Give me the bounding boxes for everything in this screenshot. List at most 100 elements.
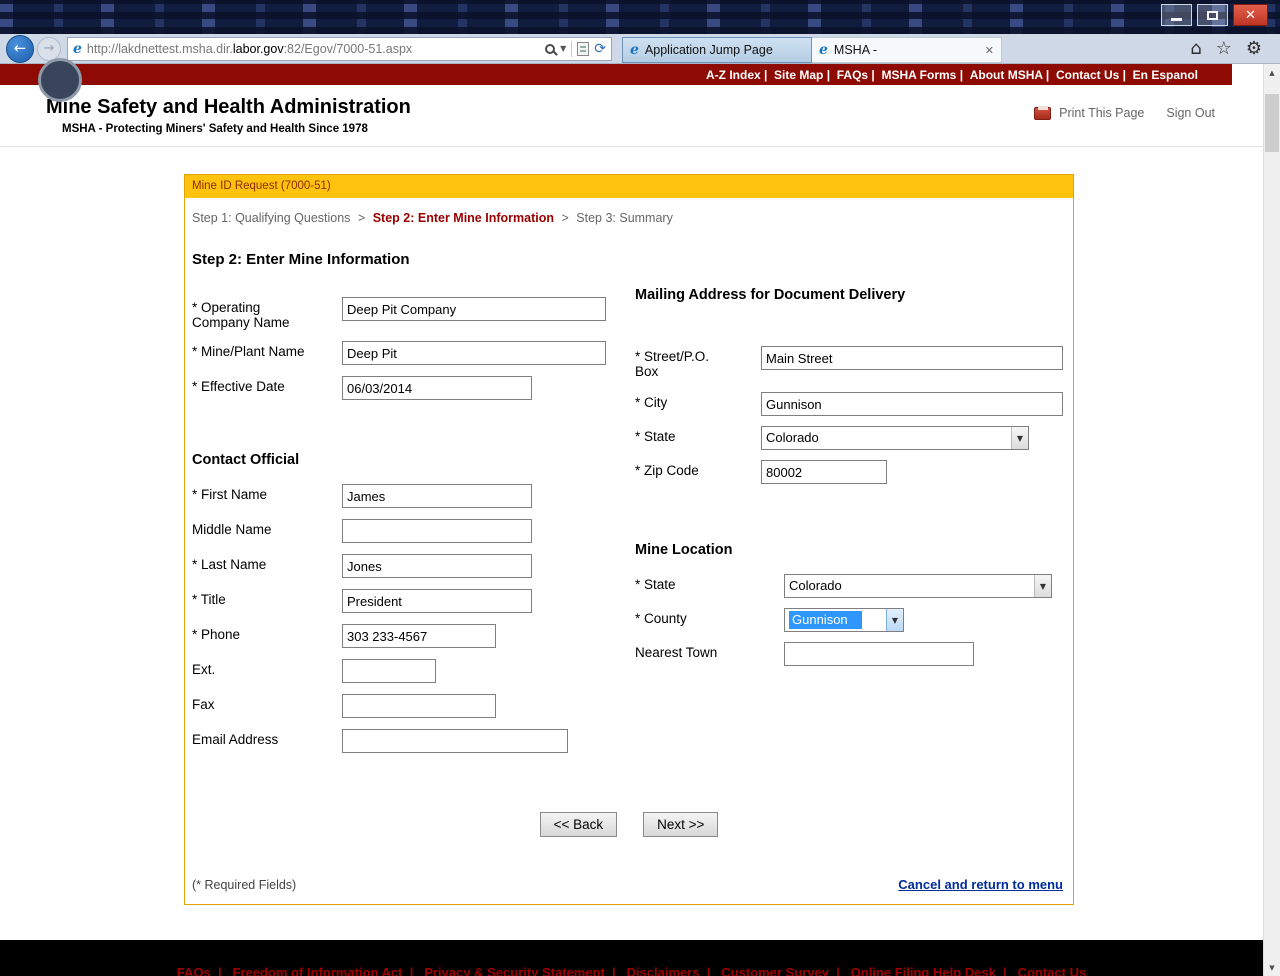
mine-id-request-panel: Mine ID Request (7000-51) Step 1: Qualif… — [184, 174, 1074, 905]
footer-customer-survey[interactable]: Customer Survey — [721, 965, 847, 976]
site-title: Mine Safety and Health Administration — [46, 96, 411, 119]
maximize-button[interactable] — [1197, 4, 1228, 26]
cancel-return-link[interactable]: Cancel and return to menu — [898, 877, 1063, 892]
field-row: * City — [635, 392, 1069, 416]
vertical-scrollbar[interactable]: ▲ ▼ — [1263, 64, 1280, 976]
middle-name-input[interactable] — [342, 519, 532, 543]
footer-faqs[interactable]: FAQs — [177, 965, 229, 976]
printer-icon[interactable] — [1034, 107, 1051, 120]
chevron-down-icon[interactable]: ▼ — [560, 45, 566, 53]
effective-date-label: * Effective Date — [192, 376, 342, 394]
tab-msha[interactable]: e MSHA - ✕ — [812, 37, 1002, 63]
field-row: * Mine/Plant Name — [192, 341, 628, 365]
zip-code-input[interactable] — [761, 460, 887, 484]
top-nav-about-msha[interactable]: About MSHA — [970, 68, 1056, 82]
top-nav-msha-forms[interactable]: MSHA Forms — [881, 68, 969, 82]
chevron-down-icon[interactable]: ▼ — [886, 609, 903, 631]
close-icon: ✕ — [1245, 9, 1256, 22]
title-label: * Title — [192, 589, 342, 607]
minimize-button[interactable] — [1161, 4, 1192, 26]
mailing-state-select[interactable]: Colorado ▼ — [761, 426, 1029, 450]
fax-input[interactable] — [342, 694, 496, 718]
field-row: * First Name — [192, 484, 628, 508]
top-nav-en-espanol[interactable]: En Espanol — [1133, 68, 1198, 82]
next-step-button[interactable]: Next >> — [643, 812, 718, 837]
back-button[interactable]: ← — [6, 35, 34, 63]
footer-disclaimers[interactable]: Disclaimers — [627, 965, 718, 976]
tab-label: Application Jump Page — [645, 43, 804, 57]
scroll-down-icon[interactable]: ▼ — [1264, 959, 1280, 976]
top-nav-faqs[interactable]: FAQs — [837, 68, 882, 82]
nearest-town-input[interactable] — [784, 642, 974, 666]
gear-icon[interactable]: ⚙ — [1246, 40, 1262, 58]
ext-input[interactable] — [342, 659, 436, 683]
address-bar[interactable]: e http://lakdnettest.msha.dir.labor.gov:… — [67, 37, 612, 61]
title-input[interactable] — [342, 589, 532, 613]
maximize-icon — [1207, 11, 1218, 20]
footer-foia[interactable]: Freedom of Information Act — [233, 965, 421, 976]
field-row: * Zip Code — [635, 460, 1069, 484]
sign-out-link[interactable]: Sign Out — [1166, 106, 1215, 120]
field-row: * County Gunnison ▼ — [635, 608, 1069, 632]
back-step-button[interactable]: << Back — [540, 812, 618, 837]
street-input[interactable] — [761, 346, 1063, 370]
url-text: http://lakdnettest.msha.dir.labor.gov:82… — [87, 42, 540, 56]
required-fields-note: (* Required Fields) — [192, 878, 296, 892]
footer-contact-us[interactable]: Contact Us — [1018, 965, 1087, 976]
first-name-input[interactable] — [342, 484, 532, 508]
window-titlebar: ✕ — [0, 0, 1280, 34]
fax-label: Fax — [192, 694, 342, 712]
page-favicon: e — [73, 42, 82, 56]
mailing-address-heading: Mailing Address for Document Delivery — [635, 287, 1069, 303]
city-input[interactable] — [761, 392, 1063, 416]
home-icon[interactable]: ⌂ — [1190, 40, 1201, 58]
county-value: Gunnison — [785, 609, 886, 631]
browser-navbar: ← → e http://lakdnettest.msha.dir.labor.… — [0, 34, 1280, 64]
top-nav-site-map[interactable]: Site Map — [774, 68, 837, 82]
ext-label: Ext. — [192, 659, 342, 677]
scroll-up-icon[interactable]: ▲ — [1264, 64, 1280, 81]
mine-plant-name-input[interactable] — [342, 341, 606, 365]
tab-close-icon[interactable]: ✕ — [985, 45, 994, 56]
footer-links: FAQs Freedom of Information Act Privacy … — [0, 965, 1263, 976]
chevron-down-icon[interactable]: ▼ — [1011, 427, 1028, 449]
msha-seal-logo — [38, 58, 82, 102]
mine-state-select[interactable]: Colorado ▼ — [784, 574, 1052, 598]
email-label: Email Address — [192, 729, 342, 747]
minimize-icon — [1171, 18, 1182, 21]
mine-plant-name-label: * Mine/Plant Name — [192, 341, 342, 359]
footer-help-desk[interactable]: Online Filing Help Desk — [851, 965, 1014, 976]
refresh-icon[interactable]: ⟳ — [594, 42, 606, 56]
page-title: Step 2: Enter Mine Information — [192, 251, 1073, 268]
tab-application-jump-page[interactable]: e Application Jump Page — [622, 37, 812, 63]
scrollbar-thumb[interactable] — [1265, 94, 1279, 152]
footer-privacy[interactable]: Privacy & Security Statement — [424, 965, 623, 976]
tab-label: MSHA - — [834, 43, 979, 57]
top-nav-a-z-index[interactable]: A-Z Index — [706, 68, 774, 82]
breadcrumb-separator: > — [561, 211, 568, 225]
field-row: * Operating Company Name — [192, 297, 628, 330]
zip-code-label: * Zip Code — [635, 460, 761, 478]
right-column: Mailing Address for Document Delivery * … — [635, 287, 1069, 677]
close-button[interactable]: ✕ — [1233, 4, 1268, 26]
chevron-down-icon[interactable]: ▼ — [1034, 575, 1051, 597]
last-name-input[interactable] — [342, 554, 532, 578]
breadcrumb-step-1[interactable]: Step 1: Qualifying Questions — [192, 211, 350, 225]
county-select[interactable]: Gunnison ▼ — [784, 608, 904, 632]
top-nav-contact-us[interactable]: Contact Us — [1056, 68, 1133, 82]
mailing-state-value: Colorado — [762, 427, 1011, 449]
field-row: Email Address — [192, 729, 628, 753]
field-row: * Phone — [192, 624, 628, 648]
print-this-page-link[interactable]: Print This Page — [1059, 106, 1144, 120]
forward-button[interactable]: → — [37, 37, 61, 61]
operating-company-input[interactable] — [342, 297, 606, 321]
main-content: Mine ID Request (7000-51) Step 1: Qualif… — [0, 147, 1263, 940]
email-input[interactable] — [342, 729, 568, 753]
compatibility-view-icon[interactable] — [577, 42, 589, 56]
search-icon[interactable] — [545, 44, 555, 54]
effective-date-input[interactable] — [342, 376, 532, 400]
phone-label: * Phone — [192, 624, 342, 642]
favorites-star-icon[interactable]: ☆ — [1216, 40, 1232, 58]
phone-input[interactable] — [342, 624, 496, 648]
left-column: * Operating Company Name * Mine/Plant Na… — [192, 297, 628, 764]
